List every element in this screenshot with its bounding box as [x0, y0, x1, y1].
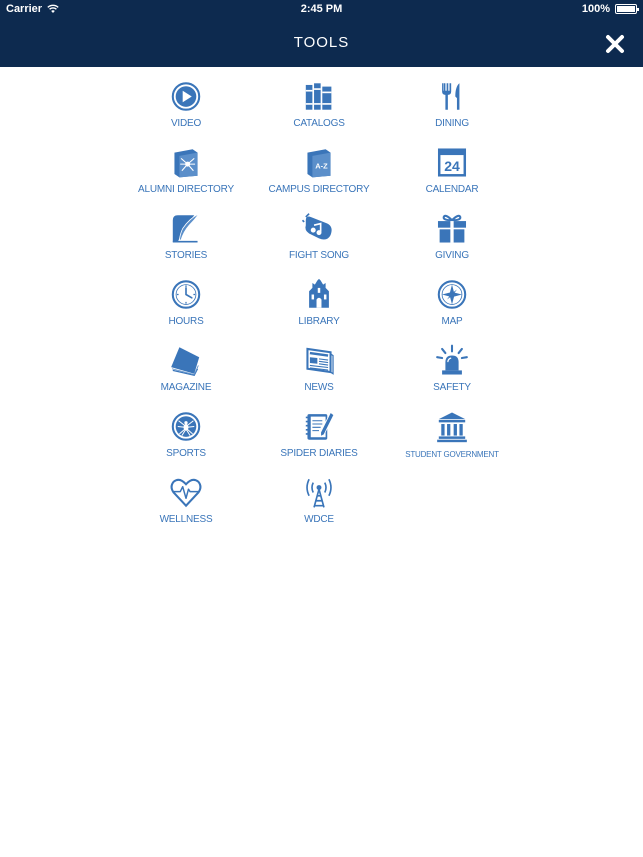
- tool-label: SPIDER DIARIES: [280, 448, 358, 459]
- tool-video[interactable]: VIDEO: [121, 67, 251, 129]
- tool-label: FIGHT SONG: [288, 250, 350, 261]
- siren-icon: [436, 344, 468, 375]
- tool-sports[interactable]: SPORTS: [121, 397, 251, 459]
- tool-label: DINING: [435, 118, 469, 129]
- tool-calendar[interactable]: 24 CALENDAR: [387, 133, 517, 195]
- government-building-icon: [437, 412, 467, 443]
- close-icon: [606, 35, 624, 53]
- tool-campus-directory[interactable]: A-Z CAMPUS DIRECTORY: [254, 133, 384, 195]
- library-tower-icon: [309, 278, 329, 308]
- tool-label: ALUMNI DIRECTORY: [138, 184, 234, 195]
- newspaper-icon: [306, 347, 334, 375]
- tool-label: WELLNESS: [159, 514, 213, 525]
- tool-library[interactable]: LIBRARY: [254, 265, 384, 327]
- tool-label: NEWS: [304, 382, 334, 393]
- tool-fight-song[interactable]: FIGHT SONG: [254, 199, 384, 261]
- tool-label: SAFETY: [433, 382, 471, 393]
- tool-dining[interactable]: DINING: [387, 67, 517, 129]
- svg-text:A-Z: A-Z: [315, 161, 328, 170]
- tool-magazine[interactable]: MAGAZINE: [121, 331, 251, 393]
- clock-icon: [171, 280, 201, 309]
- status-right: 100%: [581, 3, 639, 15]
- tool-label: HOURS: [168, 316, 204, 327]
- tool-wdce[interactable]: WDCE: [254, 463, 384, 525]
- play-icon: [171, 82, 201, 111]
- tool-stories[interactable]: STORIES: [121, 199, 251, 261]
- tool-label: STUDENT GOVERNMENT: [405, 450, 499, 459]
- tool-label: GIVING: [435, 250, 469, 261]
- calendar-day: 24: [444, 158, 460, 174]
- battery-percent: 100%: [581, 3, 610, 15]
- tool-label: MAP: [441, 316, 463, 327]
- fork-knife-icon: [442, 83, 460, 110]
- tool-safety[interactable]: SAFETY: [387, 331, 517, 393]
- a-z-book-icon: A-Z: [307, 149, 331, 178]
- spider-book-icon: [174, 149, 198, 178]
- status-time: 2:45 PM: [300, 3, 343, 15]
- calendar-icon: 24: [437, 148, 467, 177]
- broadcast-tower-icon: [306, 478, 332, 508]
- gift-icon: [437, 214, 467, 243]
- tool-giving[interactable]: GIVING: [387, 199, 517, 261]
- tool-label: MAGAZINE: [160, 382, 212, 393]
- page-title: TOOLS: [293, 34, 350, 51]
- tool-map[interactable]: MAP: [387, 265, 517, 327]
- tool-hours[interactable]: HOURS: [121, 265, 251, 327]
- tool-wellness[interactable]: WELLNESS: [121, 463, 251, 525]
- tool-label: SPORTS: [166, 448, 206, 459]
- close-button[interactable]: [603, 32, 627, 56]
- tool-catalogs[interactable]: CATALOGS: [254, 67, 384, 129]
- tool-label: CATALOGS: [293, 118, 345, 129]
- status-bar: Carrier 2:45 PM 100%: [0, 0, 643, 20]
- tool-label: LIBRARY: [298, 316, 340, 327]
- tool-label: WDCE: [304, 514, 334, 525]
- heartbeat-icon: [170, 478, 202, 508]
- tool-label: VIDEO: [170, 118, 202, 129]
- tool-label: STORIES: [164, 250, 208, 261]
- tool-news[interactable]: NEWS: [254, 331, 384, 393]
- notebook-pencil-icon: [305, 411, 335, 440]
- nav-bar: TOOLS: [0, 20, 643, 67]
- quill-icon: [172, 213, 200, 243]
- tool-label: CAMPUS DIRECTORY: [268, 184, 370, 195]
- battery-icon: [615, 4, 639, 14]
- spider-ball-icon: [171, 412, 201, 441]
- compass-icon: [437, 280, 467, 309]
- tool-alumni-directory[interactable]: ALUMNI DIRECTORY: [121, 133, 251, 195]
- books-icon: [305, 83, 332, 110]
- tool-spider-diaries[interactable]: SPIDER DIARIES: [254, 397, 384, 459]
- magazine-icon: [171, 347, 200, 377]
- music-note-hand-icon: [301, 213, 332, 240]
- tool-student-government[interactable]: STUDENT GOVERNMENT: [387, 397, 517, 459]
- tool-label: CALENDAR: [425, 184, 479, 195]
